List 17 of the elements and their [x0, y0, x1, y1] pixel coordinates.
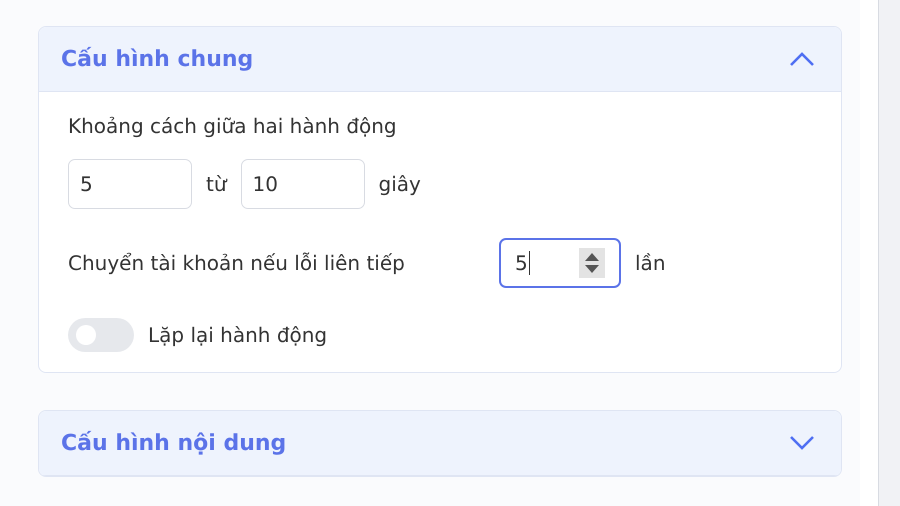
- field-label: Khoảng cách giữa hai hành động: [68, 114, 398, 138]
- toggle-label: Lặp lại hành động: [148, 323, 328, 347]
- section-header[interactable]: Cấu hình chung: [39, 27, 841, 92]
- chevron-up-icon[interactable]: [789, 51, 815, 67]
- toggle-switch[interactable]: [68, 318, 134, 352]
- chevron-down-icon[interactable]: [789, 435, 815, 451]
- section-title: Cấu hình chung: [61, 46, 254, 72]
- spinner-arrows-icon[interactable]: [579, 248, 605, 278]
- field-label: Chuyển tài khoản nếu lỗi liên tiếp: [68, 251, 406, 275]
- section-header[interactable]: Cấu hình nội dung: [39, 411, 841, 476]
- input-field[interactable]: 5: [68, 159, 192, 209]
- field-text: từ: [206, 172, 227, 196]
- input-field[interactable]: 10: [240, 159, 365, 209]
- section-title: Cấu hình nội dung: [61, 430, 286, 456]
- number-field[interactable]: 5: [499, 238, 621, 288]
- unit-label: giây: [378, 172, 421, 196]
- unit-label: lần: [635, 251, 666, 275]
